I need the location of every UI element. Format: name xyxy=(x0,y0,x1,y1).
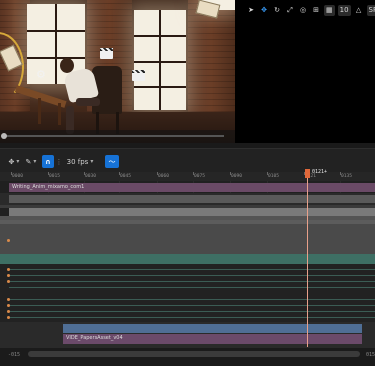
view-range-end[interactable]: 015 xyxy=(366,352,375,358)
transform-tool-button[interactable]: ✥ ▾ xyxy=(6,155,22,168)
clapper-icon[interactable] xyxy=(100,48,113,59)
viewport-scrub-bar xyxy=(0,130,235,143)
world-icon[interactable]: ◎ xyxy=(298,5,308,16)
ruler-tick-label: 0060 xyxy=(158,174,170,179)
keyframe[interactable] xyxy=(7,310,10,313)
transform-icon: ✥ xyxy=(8,157,15,166)
timeline-bottom-bar: -015 015 xyxy=(0,347,375,366)
keyframe[interactable] xyxy=(7,274,10,277)
keyframe[interactable] xyxy=(7,298,10,301)
pen-icon: ✎ xyxy=(25,157,32,166)
keyframe[interactable] xyxy=(7,239,10,242)
track-area[interactable]: Writing_Anim_mixamo_com1 VIDE_PapersAsse… xyxy=(0,181,375,347)
ruler-tick-label: 0135 xyxy=(341,174,353,179)
scene-render: ⚙ xyxy=(0,0,235,143)
keyframe[interactable] xyxy=(7,316,10,319)
ruler-tick-label: 0000 xyxy=(12,174,24,179)
quality-value[interactable]: SP xyxy=(366,4,375,16)
curve-editor-button[interactable]: 〜 xyxy=(105,155,119,168)
gear-icon[interactable]: ⚙ xyxy=(36,69,46,80)
ruler-tick-label: 0105 xyxy=(268,174,280,179)
grid-snap-toggle[interactable]: ▦ xyxy=(324,4,335,16)
viewport-slider-track[interactable] xyxy=(4,135,224,137)
keyframe[interactable] xyxy=(7,304,10,307)
animation-clip[interactable]: Writing_Anim_mixamo_com1 xyxy=(9,183,375,192)
magnet-icon: ∩ xyxy=(45,157,51,166)
select-arrow-icon[interactable]: ➤ xyxy=(246,5,256,16)
playhead-frame-label: 0121+ xyxy=(312,169,328,175)
pen-tool-button[interactable]: ✎ ▾ xyxy=(23,155,39,168)
window xyxy=(134,10,186,110)
teal-track[interactable] xyxy=(0,254,375,264)
clapper-icon[interactable] xyxy=(132,70,145,81)
paper-asset-clip[interactable]: VIDE_PapersAsset_v04 xyxy=(63,334,362,344)
clip-label: Writing_Anim_mixamo_com1 xyxy=(12,184,85,190)
ruler-tick-label: 0090 xyxy=(231,174,243,179)
ruler-tick-label: 0045 xyxy=(120,174,132,179)
scale-icon[interactable]: ⤢ xyxy=(285,5,295,16)
clip-label: VIDE_PapersAsset_v04 xyxy=(66,335,123,341)
track-section[interactable] xyxy=(9,195,375,203)
viewport[interactable]: ⚙ ➤ ✥ ↻ ⤢ ◎ ⊞ ▦ 10 △ SP ▣ 4 ⊡ xyxy=(0,0,375,143)
framerate-label: 30 fps xyxy=(66,157,89,166)
snap-options-button[interactable]: ⋮ xyxy=(56,155,63,168)
fps-value[interactable]: 10 xyxy=(337,4,351,16)
move-icon[interactable]: ✥ xyxy=(259,5,269,16)
framerate-dropdown[interactable]: 30 fps ▾ xyxy=(66,155,94,168)
surface-snap-icon[interactable]: ⊞ xyxy=(311,5,321,16)
viewport-slider-knob[interactable] xyxy=(1,133,7,139)
ruler-tick-label: 0075 xyxy=(194,174,206,179)
ruler-tick-label: 0015 xyxy=(49,174,61,179)
keyframe[interactable] xyxy=(7,280,10,283)
character-head xyxy=(60,58,74,73)
playhead-handle[interactable] xyxy=(305,169,310,178)
timeline-scrollbar[interactable] xyxy=(28,351,360,357)
view-range-start[interactable]: -015 xyxy=(8,352,20,358)
snap-toggle[interactable]: ∩ xyxy=(42,155,54,168)
ruler-tick-label: 0030 xyxy=(85,174,97,179)
track-row[interactable] xyxy=(0,224,375,254)
viewport-toolbar: ➤ ✥ ↻ ⤢ ◎ ⊞ ▦ 10 △ SP ▣ 4 ⊡ xyxy=(246,4,375,16)
blue-clip[interactable] xyxy=(63,324,362,333)
track-section[interactable] xyxy=(9,208,375,216)
rotate-icon[interactable]: ↻ xyxy=(272,5,282,16)
keyframe[interactable] xyxy=(7,268,10,271)
track-group xyxy=(0,264,375,324)
curve-editor-icon: 〜 xyxy=(108,157,116,166)
angle-snap-icon[interactable]: △ xyxy=(354,5,364,16)
playhead-line[interactable] xyxy=(307,178,308,347)
